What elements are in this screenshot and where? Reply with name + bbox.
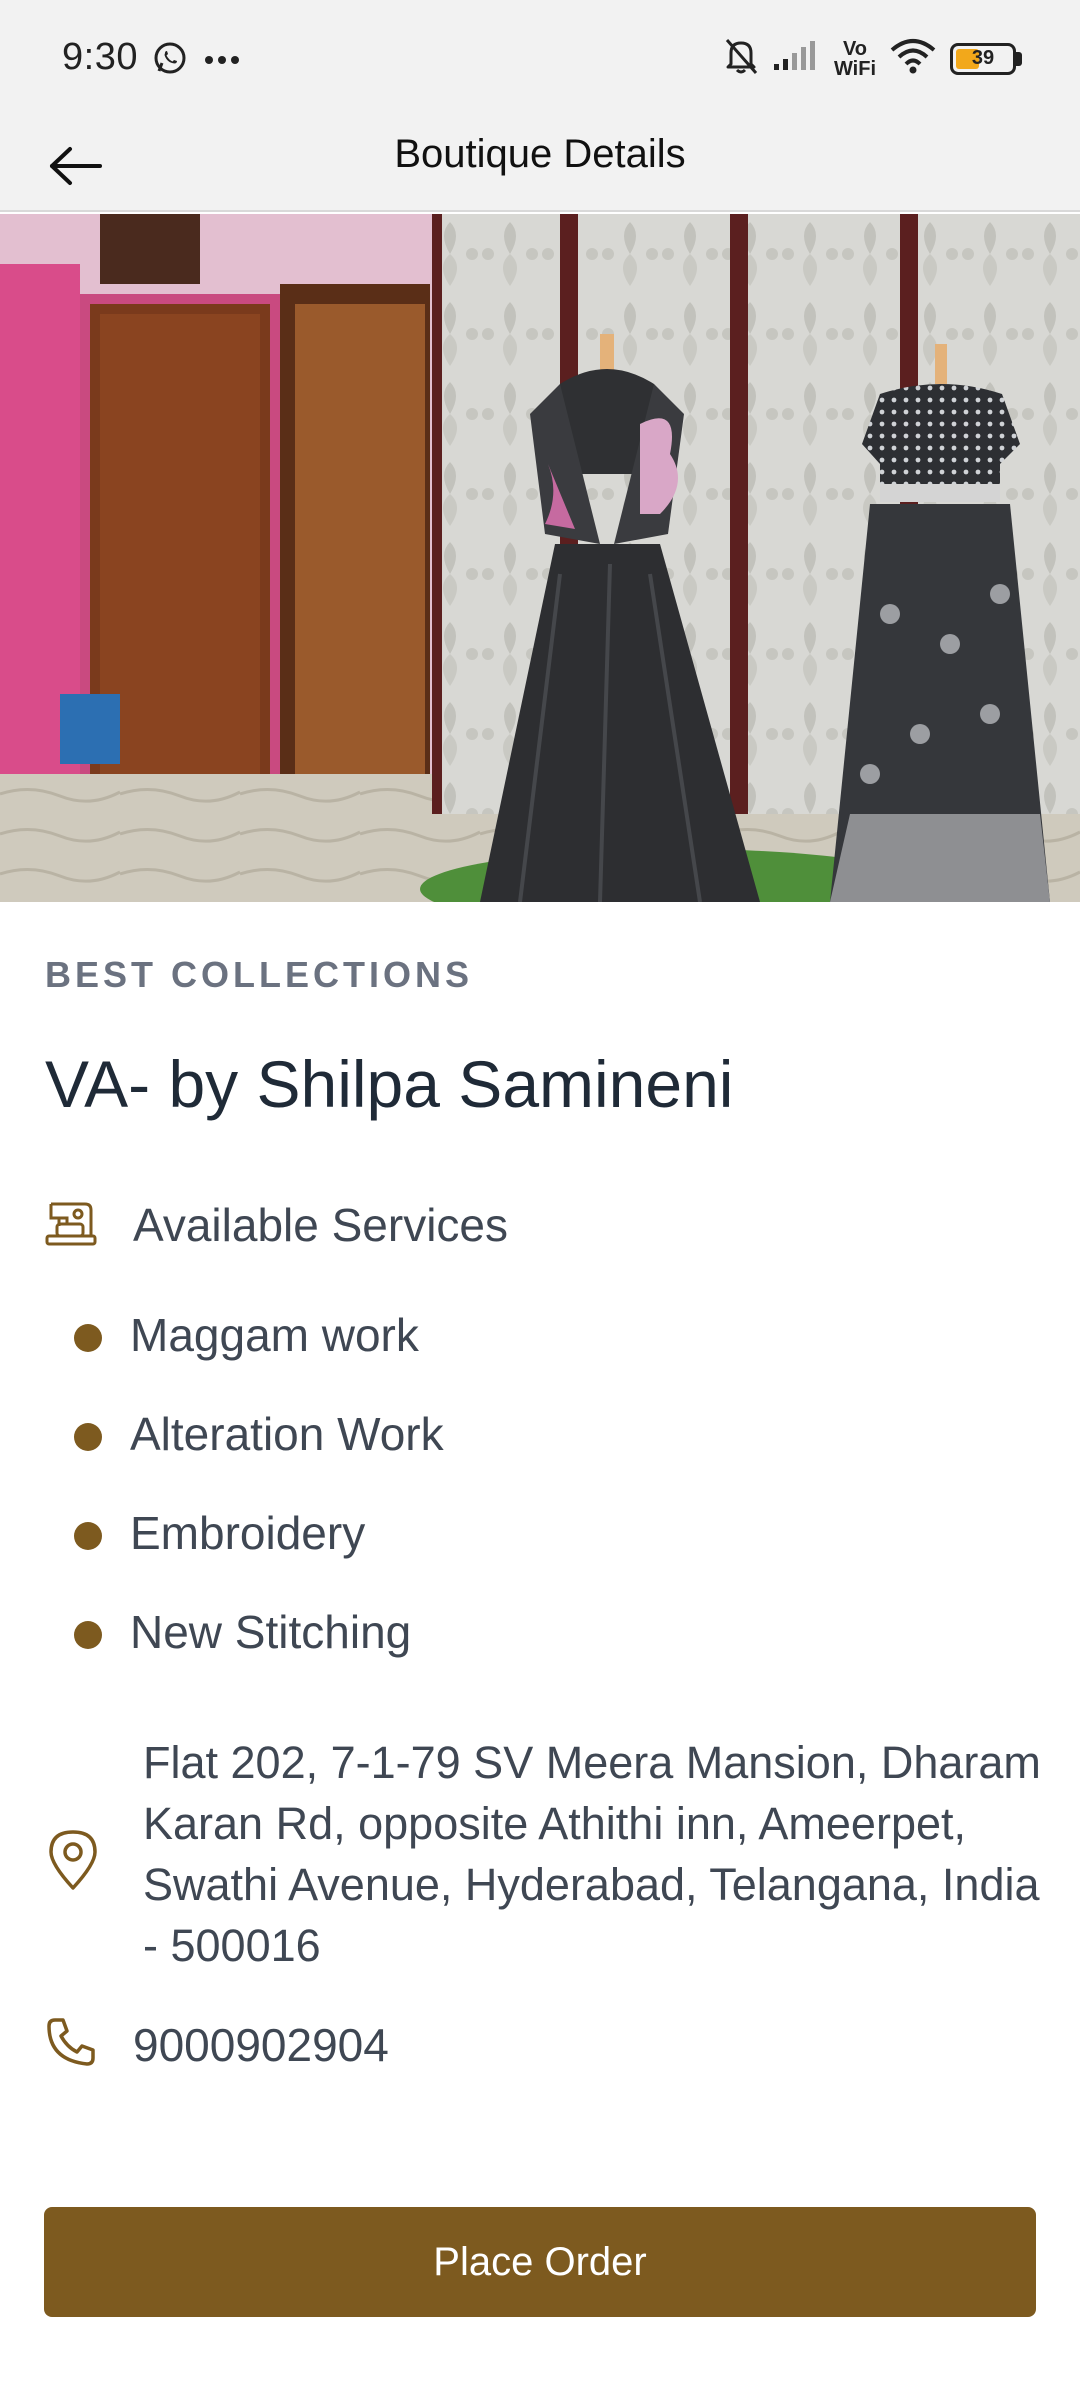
bell-muted-icon — [722, 36, 760, 81]
service-item: Embroidery — [74, 1498, 444, 1597]
bullet-icon — [74, 1324, 102, 1352]
battery-percentage: 39 — [971, 47, 995, 69]
page-title: Boutique Details — [394, 132, 686, 176]
bullet-icon — [74, 1522, 102, 1550]
service-label: Maggam work — [130, 1309, 419, 1361]
wifi-icon — [890, 38, 936, 79]
status-time: 9:30 — [62, 36, 138, 78]
battery-body: 39 — [950, 42, 1016, 75]
service-item: Alteration Work — [74, 1399, 444, 1498]
status-system-icons: Vo WiFi 39 — [722, 36, 1022, 81]
cell-signal-icon — [773, 40, 820, 77]
services-label: Available Services — [133, 1198, 509, 1251]
section-eyebrow: BEST COLLECTIONS — [45, 954, 474, 995]
boutique-address: Flat 202, 7-1-79 SV Meera Mansion, Dhara… — [143, 1737, 1041, 1971]
bullet-icon — [74, 1423, 102, 1451]
service-label: Alteration Work — [130, 1408, 444, 1460]
place-order-button[interactable]: Place Order — [44, 2207, 1036, 2317]
vowifi-bottom-label: WiFi — [833, 57, 876, 80]
service-item: New Stitching — [74, 1597, 444, 1696]
boutique-photo — [0, 214, 1080, 902]
vowifi-top-label: Vo — [842, 37, 868, 60]
phone-icon — [45, 2016, 97, 2073]
bullet-icon — [74, 1621, 102, 1649]
services-list: Maggam work Alteration Work Embroidery N… — [74, 1300, 444, 1696]
vowifi-indicator: Vo WiFi — [834, 39, 876, 79]
status-bar: 9:30 Vo WiFi 39 — [0, 0, 1080, 120]
battery-icon: 39 — [950, 42, 1022, 75]
sewing-machine-icon — [45, 1196, 97, 1253]
services-header: Available Services — [45, 1196, 508, 1253]
service-label: New Stitching — [130, 1606, 412, 1658]
whatsapp-icon — [152, 40, 188, 81]
location-pin-icon — [45, 1828, 101, 1897]
boutique-photo-illustration — [0, 214, 1080, 902]
more-notifications-icon — [204, 52, 240, 70]
service-label: Embroidery — [130, 1507, 366, 1559]
service-item: Maggam work — [74, 1300, 444, 1399]
boutique-name: VA- by Shilpa Samineni — [45, 1047, 734, 1121]
boutique-phone[interactable]: 9000902904 — [133, 2018, 389, 2072]
app-bar: Boutique Details — [0, 120, 1080, 212]
battery-tip — [1016, 51, 1022, 66]
status-notification-icons — [152, 40, 240, 81]
phone-row[interactable]: 9000902904 — [45, 2016, 389, 2073]
